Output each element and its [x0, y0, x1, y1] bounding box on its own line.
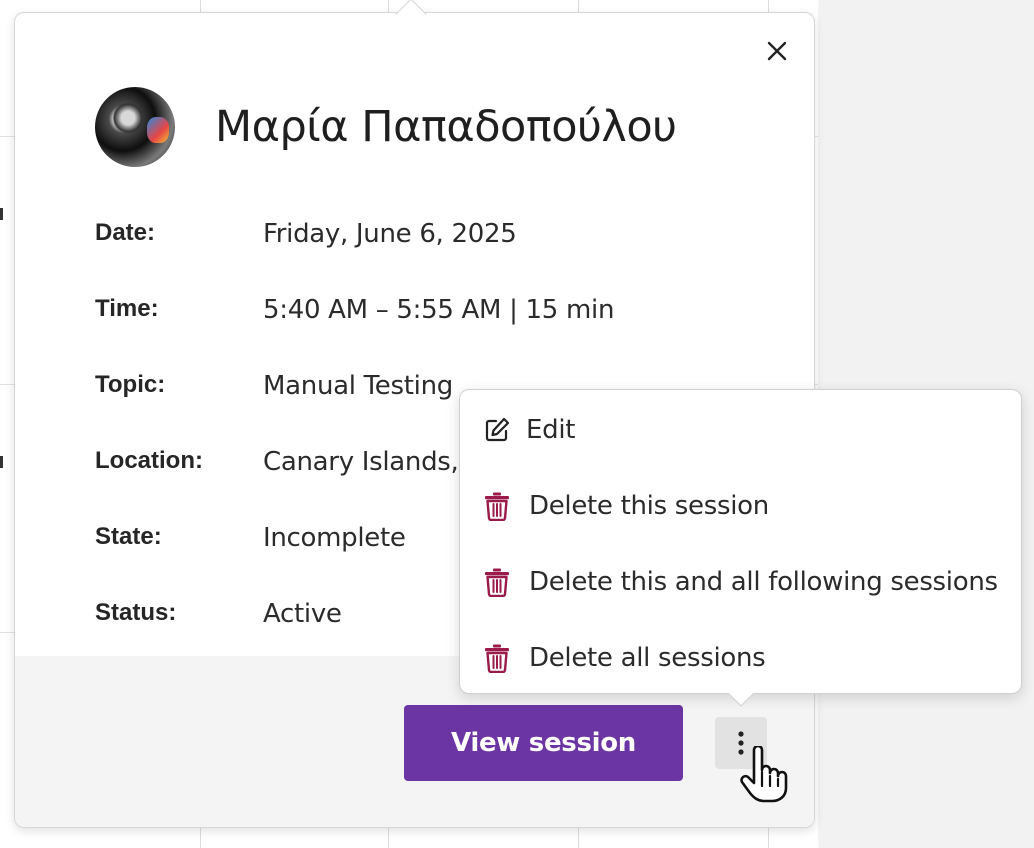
menu-item-label: Edit	[526, 415, 576, 445]
menu-item-label: Delete this session	[529, 491, 769, 521]
menu-item-delete-this[interactable]: Delete this session	[460, 476, 1023, 536]
trash-icon	[482, 567, 512, 597]
actions-menu: Edit Delete this session Delete this and…	[459, 389, 1023, 707]
menu-item-label: Delete this and all following sessions	[529, 567, 998, 597]
detail-value: Incomplete	[263, 523, 406, 553]
detail-row-time: Time: 5:40 AM – 5:55 AM | 15 min	[95, 295, 614, 371]
detail-value: Canary Islands,	[263, 447, 459, 477]
close-icon	[767, 41, 787, 61]
view-session-button[interactable]: View session	[404, 705, 683, 781]
detail-label: Location:	[95, 447, 203, 474]
detail-label: Status:	[95, 599, 177, 626]
trash-icon	[482, 643, 512, 673]
attendee-name: Μαρία Παπαδοπούλου	[215, 102, 677, 152]
detail-label: State:	[95, 523, 162, 550]
edit-icon	[482, 415, 512, 445]
popover-header: Μαρία Παπαδοπούλου	[95, 87, 677, 167]
menu-item-delete-following[interactable]: Delete this and all following sessions	[460, 552, 1023, 612]
avatar	[95, 87, 175, 167]
menu-item-edit[interactable]: Edit	[460, 400, 1023, 460]
menu-item-label: Delete all sessions	[529, 643, 766, 673]
detail-label: Topic:	[95, 371, 166, 398]
close-button[interactable]	[763, 37, 791, 65]
detail-label: Time:	[95, 295, 159, 322]
hand-pointer-cursor-icon	[740, 746, 788, 803]
trash-icon	[482, 491, 512, 521]
detail-value: Manual Testing	[263, 371, 453, 401]
detail-row-date: Date: Friday, June 6, 2025	[95, 219, 614, 295]
detail-value: 5:40 AM – 5:55 AM | 15 min	[263, 295, 615, 325]
detail-value: Friday, June 6, 2025	[263, 219, 517, 249]
menu-item-delete-all[interactable]: Delete all sessions	[460, 628, 1023, 688]
detail-value: Active	[263, 599, 342, 629]
detail-label: Date:	[95, 219, 156, 246]
